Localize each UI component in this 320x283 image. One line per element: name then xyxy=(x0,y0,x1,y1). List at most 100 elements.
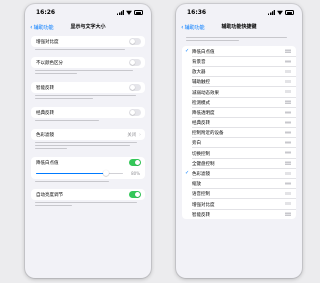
shortcut-label: 放大器 xyxy=(192,70,206,76)
status-bar: 16:36 xyxy=(176,4,302,20)
setting-label: 自动亮度调节 xyxy=(36,193,63,198)
shortcut-label: 语音控制 xyxy=(192,192,210,198)
reorder-handle-icon[interactable] xyxy=(285,151,291,155)
checkmark-icon: ✓ xyxy=(185,170,190,177)
increase-contrast-toggle[interactable] xyxy=(129,38,141,45)
reorder-handle-icon[interactable] xyxy=(285,192,291,196)
shortcut-list-item[interactable]: 智能反转 xyxy=(182,209,296,219)
setting-label: 色彩滤镜 xyxy=(36,133,54,138)
cellular-signal-icon xyxy=(117,10,124,15)
wifi-icon xyxy=(277,10,283,15)
reorder-handle-icon[interactable] xyxy=(285,59,291,63)
shortcut-label: 色彩滤镜 xyxy=(192,172,210,178)
toggle-knob xyxy=(134,191,141,198)
checkmark-icon: ✓ xyxy=(185,48,190,54)
shortcut-list-item[interactable]: 缩放 xyxy=(182,178,296,189)
reorder-handle-icon[interactable] xyxy=(285,181,291,186)
differentiate-without-color-toggle[interactable] xyxy=(129,59,141,66)
status-time: 16:36 xyxy=(187,9,207,16)
settings-content: 增强对比度 不以颜色区分 智能反转 经典反转 色彩滤镜 关闭 › 降低白点值 8… xyxy=(25,35,151,278)
description-text xyxy=(35,70,141,76)
setting-label: 增强对比度 xyxy=(36,40,59,45)
reorder-handle-icon[interactable] xyxy=(285,100,291,104)
reorder-handle-icon[interactable] xyxy=(285,110,291,114)
status-icons xyxy=(268,10,294,15)
shortcut-label: 辅助触控 xyxy=(192,80,210,86)
setting-row-reduce-white-point: 降低白点值 xyxy=(31,157,145,168)
classic-invert-toggle[interactable] xyxy=(129,109,141,116)
reorder-handle-icon[interactable] xyxy=(285,212,291,216)
shortcut-list-item[interactable]: 放大器 xyxy=(182,66,296,77)
shortcut-list-item[interactable]: ✓ 降低白点值 xyxy=(182,46,296,57)
shortcut-label: 经典反转 xyxy=(192,121,210,127)
reorder-handle-icon[interactable] xyxy=(285,79,291,84)
status-bar: 16:26 xyxy=(25,4,151,20)
shortcut-list-item[interactable]: 降低透明度 xyxy=(182,107,296,118)
chevron-right-icon: › xyxy=(139,131,141,138)
shortcut-list-item[interactable]: 经典反转 xyxy=(182,117,296,128)
shortcut-list-item[interactable]: 增强对比度 xyxy=(182,199,296,209)
reduce-white-point-toggle[interactable] xyxy=(129,159,141,166)
shortcut-label: 降低白点值 xyxy=(192,49,215,55)
shortcut-list-item[interactable]: 语音控制 xyxy=(182,189,296,199)
auto-brightness-toggle[interactable] xyxy=(129,191,141,198)
wifi-icon xyxy=(126,10,132,15)
color-filters-value: 关闭 xyxy=(127,133,136,138)
slider-thumb[interactable] xyxy=(102,170,109,177)
settings-group: 增强对比度 xyxy=(31,36,145,47)
white-point-slider[interactable] xyxy=(36,170,123,177)
reorder-handle-icon[interactable] xyxy=(285,161,291,165)
settings-group: 自动亮度调节 xyxy=(31,189,145,200)
shortcut-list: ✓ 降低白点值 背景音 放大器 辅助触控 减弱动态效果 检测模式 降低透明度 经典反转 控制附近的… xyxy=(182,46,296,220)
shortcut-label: 降低透明度 xyxy=(192,110,215,116)
reorder-handle-icon[interactable] xyxy=(285,171,291,175)
accessibility-shortcut-screen: 16:36 ‹辅助功能 辅助功能快捷键 ✓ 降低白点值 背景音 放大器 辅助触控 减弱动态… xyxy=(176,4,302,278)
shortcut-label: 全键盘控制 xyxy=(192,161,215,167)
shortcut-label: 背景音 xyxy=(192,59,206,65)
shortcut-list-item[interactable]: 背景音 xyxy=(182,56,296,67)
setting-row-smart-invert: 智能反转 xyxy=(31,82,145,93)
reorder-handle-icon[interactable] xyxy=(285,49,291,53)
smart-invert-toggle[interactable] xyxy=(129,84,141,91)
settings-group: 不以颜色区分 xyxy=(31,57,145,68)
reorder-handle-icon[interactable] xyxy=(285,141,291,145)
shortcut-list-item[interactable]: 旁白 xyxy=(182,138,296,148)
shortcut-list-item[interactable]: 减弱动态效果 xyxy=(182,87,296,97)
toggle-knob xyxy=(134,159,141,166)
shortcut-list-item[interactable]: ✓ 色彩滤镜 xyxy=(182,168,296,179)
settings-group: 经典反转 xyxy=(31,107,145,118)
shortcut-list-item[interactable]: 全键盘控制 xyxy=(182,158,296,169)
setting-label: 经典反转 xyxy=(36,111,54,116)
settings-group: 智能反转 xyxy=(31,82,145,93)
color-filters-row[interactable]: 色彩滤镜 关闭 › xyxy=(31,129,145,140)
shortcut-label: 增强对比度 xyxy=(192,202,215,208)
status-time: 16:26 xyxy=(36,9,56,16)
setting-row-classic-invert: 经典反转 xyxy=(31,107,145,118)
settings-group: 降低白点值 80% xyxy=(31,157,145,179)
shortcut-label: 旁白 xyxy=(192,141,201,147)
shortcut-list-item[interactable]: 检测模式 xyxy=(182,97,296,108)
nav-bar: ‹辅助功能 辅助功能快捷键 xyxy=(176,20,302,34)
status-icons xyxy=(117,10,143,15)
shortcut-list-item[interactable]: 切换控制 xyxy=(182,148,296,159)
shortcut-label: 控制附近的设备 xyxy=(192,131,224,137)
reorder-handle-icon[interactable] xyxy=(285,120,291,124)
toggle-knob xyxy=(129,109,136,116)
shortcut-label: 缩放 xyxy=(192,182,201,188)
battery-icon xyxy=(285,10,294,15)
page-title: 显示与文字大小 xyxy=(70,24,106,30)
shortcut-label: 减弱动态效果 xyxy=(192,90,219,96)
reorder-handle-icon[interactable] xyxy=(285,202,291,206)
shortcut-list-item[interactable]: 辅助触控 xyxy=(182,77,296,87)
description-text xyxy=(35,181,141,187)
display-text-size-screen: 16:26 ‹辅助功能 显示与文字大小 增强对比度 不以颜色区分 智能反转 经典… xyxy=(25,4,151,278)
reorder-handle-icon[interactable] xyxy=(285,130,291,135)
toggle-knob xyxy=(129,84,136,91)
settings-group: 色彩滤镜 关闭 › xyxy=(31,129,145,140)
setting-label: 智能反转 xyxy=(36,86,54,91)
white-point-percentage: 80% xyxy=(131,171,140,176)
reorder-handle-icon[interactable] xyxy=(285,69,291,73)
shortcut-list-item[interactable]: 控制附近的设备 xyxy=(182,128,296,138)
reorder-handle-icon[interactable] xyxy=(285,90,291,94)
shortcut-label: 切换控制 xyxy=(192,151,210,157)
